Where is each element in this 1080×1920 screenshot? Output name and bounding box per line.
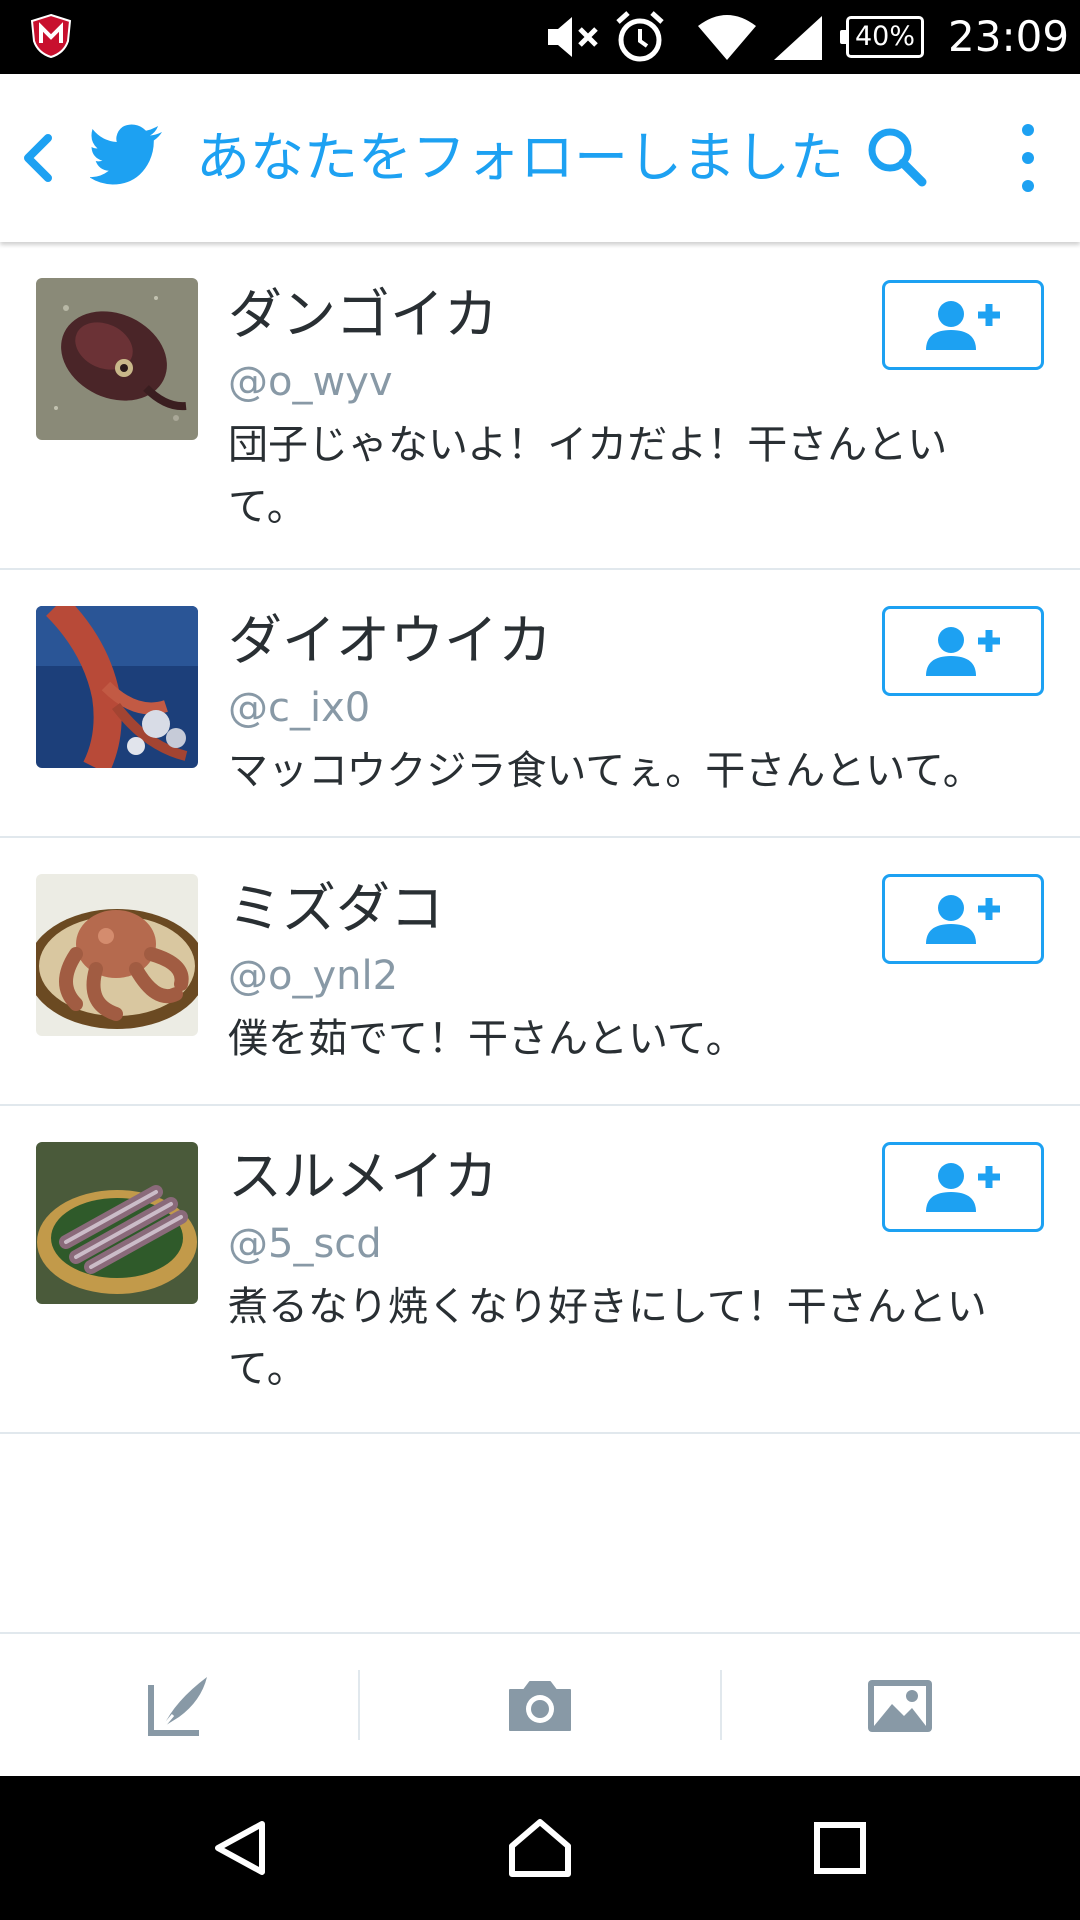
app-header: あなたをフォローしました [0, 74, 1080, 242]
user-handle: @o_wyv [228, 359, 393, 405]
user-name[interactable]: ダンゴイカ [228, 282, 498, 348]
nav-recents-icon [814, 1822, 866, 1874]
follow-button[interactable] [882, 1142, 1044, 1232]
follow-button[interactable] [882, 874, 1044, 964]
add-user-icon [926, 627, 1000, 676]
user-row[interactable]: ミズダコ @o_ynl2 僕を茹でて！干さんといて。 [0, 838, 1080, 1106]
mcafee-shield-icon [30, 13, 72, 59]
avatar[interactable] [36, 606, 198, 768]
avatar[interactable] [36, 874, 198, 1036]
add-user-icon [926, 895, 1000, 944]
battery-indicator: 40% [840, 16, 924, 58]
add-user-icon [926, 1163, 1000, 1212]
nav-recents-button[interactable] [660, 1776, 1020, 1920]
nav-home-icon [509, 1819, 571, 1877]
volume-mute-icon [548, 17, 598, 57]
user-handle: @o_ynl2 [228, 953, 399, 999]
camera-button[interactable] [360, 1634, 720, 1778]
compose-button[interactable] [0, 1634, 360, 1778]
navigation-bar [0, 1776, 1080, 1920]
twitter-bird-icon [90, 124, 162, 185]
follow-button[interactable] [882, 280, 1044, 370]
compose-icon [148, 1677, 207, 1736]
user-bio: 僕を茹でて！干さんといて。 [228, 1016, 746, 1062]
user-bio: 煮るなり焼くなり好きにして！干さんといて。 [228, 1284, 987, 1392]
search-icon[interactable] [862, 122, 932, 192]
add-user-icon [926, 301, 1000, 350]
page-title: あなたをフォローしました [196, 126, 844, 189]
user-handle: @5_scd [228, 1221, 382, 1267]
user-row[interactable]: ダンゴイカ @o_wyv 団子じゃないよ！イカだよ！干さんといて。 [0, 242, 1080, 570]
user-list: ダンゴイカ @o_wyv 団子じゃないよ！イカだよ！干さんといて。 ダイオウイカ [0, 242, 1080, 1434]
avatar[interactable] [36, 1142, 198, 1304]
user-bio: マッコウクジラ食いてぇ。干さんといて。 [228, 748, 983, 794]
status-bar: 40% 23:09 [0, 0, 1080, 74]
alarm-icon [616, 11, 664, 62]
avatar[interactable] [36, 278, 198, 440]
user-handle: @c_ix0 [228, 685, 371, 731]
gallery-button[interactable] [720, 1634, 1080, 1778]
camera-icon [509, 1681, 571, 1731]
user-name[interactable]: ダイオウイカ [228, 608, 552, 674]
chevron-left-icon[interactable] [16, 128, 58, 188]
user-bio: 団子じゃないよ！イカだよ！干さんといて。 [228, 422, 948, 530]
follow-button[interactable] [882, 606, 1044, 696]
user-row[interactable]: スルメイカ @5_scd 煮るなり焼くなり好きにして！干さんといて。 [0, 1106, 1080, 1434]
wifi-icon [698, 15, 756, 60]
image-icon [868, 1680, 932, 1732]
user-name[interactable]: ミズダコ [228, 876, 444, 942]
signal-icon [774, 16, 822, 60]
battery-level: 40% [854, 21, 915, 52]
clock: 23:09 [948, 12, 1070, 61]
user-name[interactable]: スルメイカ [228, 1144, 498, 1210]
nav-back-icon [215, 1821, 265, 1875]
more-vertical-icon[interactable] [1008, 118, 1048, 198]
bottom-toolbar [0, 1632, 1080, 1776]
user-row[interactable]: ダイオウイカ @c_ix0 マッコウクジラ食いてぇ。干さんといて。 [0, 570, 1080, 838]
